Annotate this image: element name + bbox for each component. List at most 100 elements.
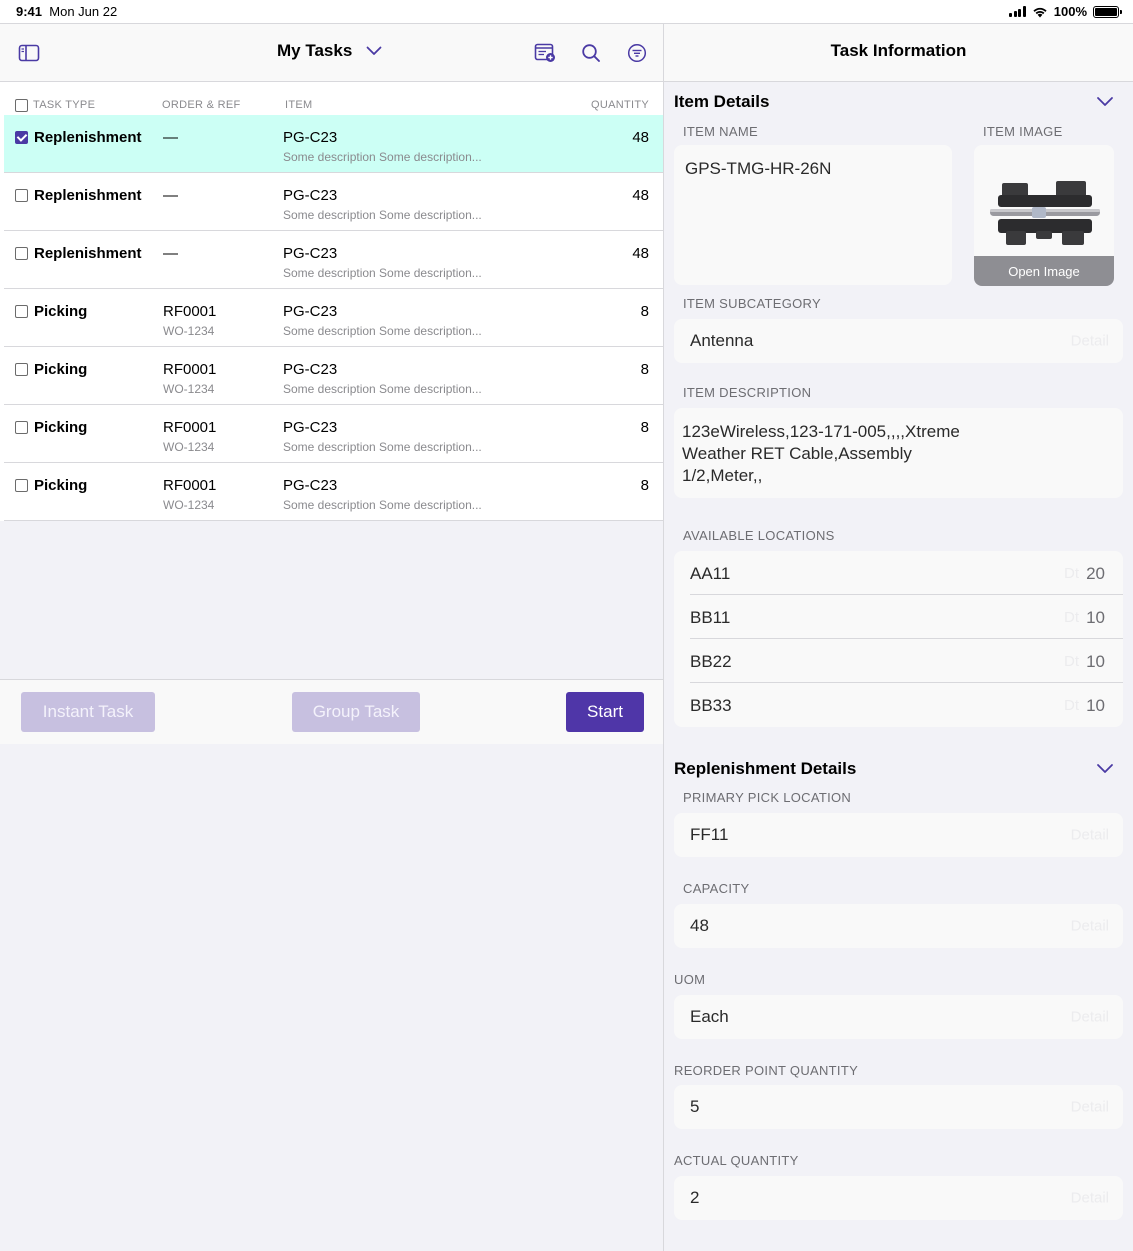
detail-hint: Detail bbox=[1070, 332, 1109, 350]
uom-label: UOM bbox=[674, 972, 706, 987]
item-code: PG-C23 bbox=[283, 419, 338, 436]
open-image-button[interactable]: Open Image bbox=[974, 256, 1114, 286]
item-subcategory-value: Antenna bbox=[690, 331, 754, 350]
reference-number: WO-1234 bbox=[163, 440, 215, 454]
status-bar: 9:41 Mon Jun 22 100% bbox=[0, 0, 1133, 24]
task-type: Replenishment bbox=[34, 187, 142, 204]
row-checkbox[interactable] bbox=[15, 305, 28, 318]
table-row[interactable]: Replenishment — PG-C23 Some description … bbox=[4, 115, 663, 173]
item-description: Some description Some description... bbox=[283, 208, 482, 222]
table-row[interactable]: Replenishment — PG-C23 Some description … bbox=[4, 231, 663, 289]
collapse-item-details-icon[interactable] bbox=[1096, 96, 1114, 108]
task-list-header: My Tasks bbox=[0, 24, 663, 82]
order-number: — bbox=[163, 129, 178, 146]
quantity: 48 bbox=[632, 187, 649, 204]
order-number: RF0001 bbox=[163, 303, 217, 320]
table-row[interactable]: Picking RF0001 WO-1234 PG-C23 Some descr… bbox=[4, 405, 663, 463]
row-checkbox[interactable] bbox=[15, 421, 28, 434]
status-time: 9:41 Mon Jun 22 bbox=[16, 4, 118, 19]
quantity: 8 bbox=[640, 361, 649, 378]
search-icon[interactable] bbox=[578, 40, 604, 66]
item-subcategory-field: Antenna Detail bbox=[674, 319, 1123, 363]
battery-percent: 100% bbox=[1053, 4, 1087, 19]
actual-quantity-field: 2 Detail bbox=[674, 1176, 1123, 1220]
row-checkbox[interactable] bbox=[15, 479, 28, 492]
description-line: 123eWireless,123-171-005,,,,Xtreme bbox=[682, 422, 960, 441]
row-checkbox[interactable] bbox=[15, 131, 28, 144]
list-empty-area bbox=[0, 521, 663, 679]
item-description-label: ITEM DESCRIPTION bbox=[683, 385, 812, 400]
reorder-point-field: 5 Detail bbox=[674, 1085, 1123, 1129]
column-item: ITEM bbox=[285, 99, 313, 111]
location-name: BB33 bbox=[690, 696, 732, 715]
location-quantity: 10 bbox=[1086, 608, 1105, 627]
collapse-replenishment-icon[interactable] bbox=[1096, 763, 1114, 775]
actual-quantity-value: 2 bbox=[690, 1188, 700, 1207]
new-task-icon[interactable] bbox=[532, 40, 558, 66]
item-subcategory-label: ITEM SUBCATEGORY bbox=[683, 296, 821, 311]
capacity-value: 48 bbox=[690, 916, 709, 935]
detail-hint: Detail bbox=[1070, 1098, 1109, 1116]
item-code: PG-C23 bbox=[283, 245, 338, 262]
description-line: Weather RET Cable,Assembly bbox=[682, 444, 912, 463]
split-divider bbox=[663, 24, 664, 1251]
filter-icon[interactable] bbox=[624, 40, 650, 66]
primary-pick-location-field: FF11 Detail bbox=[674, 813, 1123, 857]
table-row[interactable]: Replenishment — PG-C23 Some description … bbox=[4, 173, 663, 231]
task-type: Picking bbox=[34, 303, 88, 320]
table-row[interactable]: Picking RF0001 WO-1234 PG-C23 Some descr… bbox=[4, 347, 663, 405]
primary-pick-location-label: PRIMARY PICK LOCATION bbox=[683, 790, 852, 805]
location-quantity: 20 bbox=[1086, 564, 1105, 583]
detail-hint: Detail bbox=[1070, 917, 1109, 935]
item-description-field: 123eWireless,123-171-005,,,,Xtreme Weath… bbox=[674, 408, 1123, 498]
list-item: AA11 Dt 20 bbox=[674, 551, 1123, 595]
detail-hint: Dt bbox=[1064, 609, 1079, 626]
detail-hint: Dt bbox=[1064, 653, 1079, 670]
item-details-title: Item Details bbox=[674, 92, 770, 111]
quantity: 8 bbox=[640, 477, 649, 494]
wifi-icon bbox=[1033, 7, 1047, 17]
group-task-button[interactable]: Group Task bbox=[292, 692, 420, 732]
row-checkbox[interactable] bbox=[15, 363, 28, 376]
column-quantity: QUANTITY bbox=[591, 99, 650, 111]
item-description: Some description Some description... bbox=[283, 382, 482, 396]
column-task-type: TASK TYPE bbox=[33, 99, 96, 111]
column-order-ref: ORDER & REF bbox=[162, 99, 241, 111]
item-code: PG-C23 bbox=[283, 477, 338, 494]
table-row[interactable]: Picking RF0001 WO-1234 PG-C23 Some descr… bbox=[4, 463, 663, 521]
select-all-checkbox[interactable] bbox=[15, 99, 28, 112]
reference-number: WO-1234 bbox=[163, 324, 215, 338]
order-number: — bbox=[163, 245, 178, 262]
sidebar-toggle-icon[interactable] bbox=[16, 40, 42, 66]
item-name-label: ITEM NAME bbox=[683, 124, 758, 139]
list-item: BB11 Dt 10 bbox=[674, 595, 1123, 639]
battery-icon bbox=[1093, 5, 1122, 18]
item-code: PG-C23 bbox=[283, 129, 338, 146]
capacity-label: CAPACITY bbox=[683, 881, 750, 896]
location-name: BB11 bbox=[690, 608, 731, 627]
locations-list: AA11 Dt 20 BB11 Dt 10 BB22 Dt 10 BB33 Dt… bbox=[674, 551, 1123, 727]
location-quantity: 10 bbox=[1086, 696, 1105, 715]
start-button[interactable]: Start bbox=[566, 692, 644, 732]
task-list-title-dropdown[interactable]: My Tasks bbox=[277, 41, 382, 61]
item-image-card: Open Image bbox=[974, 145, 1114, 286]
list-item: BB33 Dt 10 bbox=[674, 683, 1123, 727]
item-description: Some description Some description... bbox=[283, 324, 482, 338]
task-info-header: Task Information bbox=[664, 24, 1133, 82]
order-number: RF0001 bbox=[163, 361, 217, 378]
task-type: Replenishment bbox=[34, 129, 142, 146]
row-checkbox[interactable] bbox=[15, 247, 28, 260]
task-type: Picking bbox=[34, 477, 88, 494]
task-list-panel: My Tasks TASK TYPE ORDER & REF ITEM QUAN… bbox=[0, 24, 663, 744]
location-name: AA11 bbox=[690, 564, 731, 583]
list-item: BB22 Dt 10 bbox=[674, 639, 1123, 683]
item-description: Some description Some description... bbox=[283, 440, 482, 454]
task-type: Picking bbox=[34, 361, 88, 378]
row-checkbox[interactable] bbox=[15, 189, 28, 202]
item-description: Some description Some description... bbox=[283, 150, 482, 164]
table-row[interactable]: Picking RF0001 WO-1234 PG-C23 Some descr… bbox=[4, 289, 663, 347]
reorder-point-value: 5 bbox=[690, 1097, 700, 1116]
reference-number: WO-1234 bbox=[163, 382, 215, 396]
task-action-bar: Instant Task Group Task Start bbox=[0, 679, 663, 744]
instant-task-button[interactable]: Instant Task bbox=[21, 692, 155, 732]
